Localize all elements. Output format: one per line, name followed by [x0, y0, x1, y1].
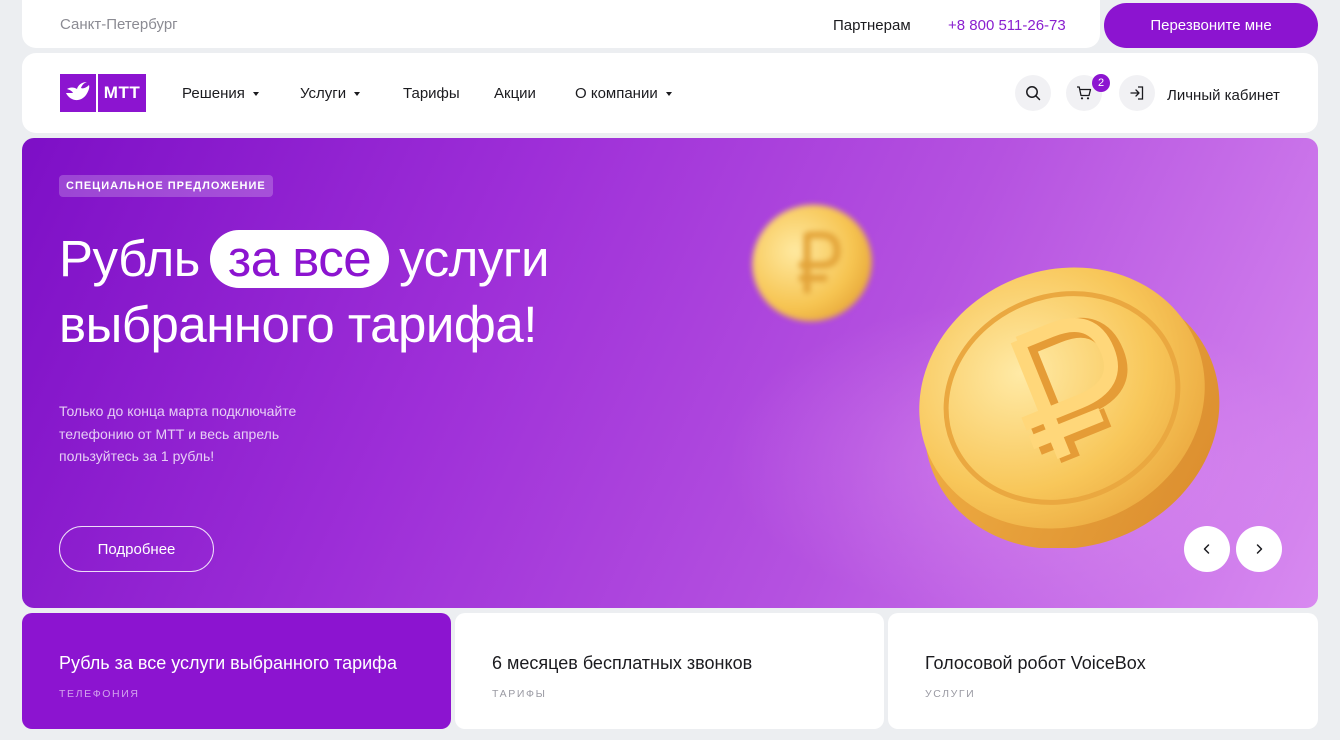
phone-link[interactable]: +8 800 511-26-73	[948, 17, 1066, 34]
promo-card-3[interactable]: Голосовой робот VoiceBox УСЛУГИ	[888, 613, 1318, 729]
cart-count-badge: 2	[1092, 74, 1110, 92]
cart-icon	[1077, 86, 1092, 100]
search-icon	[1026, 86, 1041, 101]
promo-card-title: 6 месяцев бесплатных звонков	[492, 653, 753, 673]
nav-label: Услуги	[300, 85, 347, 102]
chevron-left-icon	[1203, 544, 1210, 554]
nav-services[interactable]: Услуги	[300, 85, 361, 102]
nav-tariffs[interactable]: Тарифы	[403, 85, 460, 102]
nav-label: О компании	[575, 85, 658, 102]
nav-about[interactable]: О компании	[575, 85, 672, 102]
callback-button[interactable]: Перезвоните мне	[1104, 3, 1318, 48]
promo-card-category: ТЕЛЕФОНИЯ	[59, 688, 140, 700]
nav-label: Тарифы	[403, 85, 460, 102]
hero-title-part2: услуги	[399, 230, 549, 287]
search-button[interactable]	[1015, 75, 1051, 111]
promo-card-category: УСЛУГИ	[925, 688, 976, 700]
hero-banner: СПЕЦИАЛЬНОЕ ПРЕДЛОЖЕНИЕ Рубль за все усл…	[22, 138, 1318, 608]
more-button[interactable]: Подробнее	[59, 526, 214, 572]
caret-down-icon	[252, 91, 259, 96]
hero-title-part1: Рубль	[59, 230, 200, 287]
promo-card-title: Рубль за все услуги выбранного тарифа	[59, 653, 397, 673]
caret-down-icon	[665, 91, 672, 96]
hero-title-highlight: за все	[209, 230, 390, 288]
promo-card-2[interactable]: 6 месяцев бесплатных звонков ТАРИФЫ	[455, 613, 884, 729]
login-icon	[1130, 86, 1144, 100]
partners-link[interactable]: Партнерам	[833, 17, 911, 34]
city-selector[interactable]: Санкт-Петербург	[60, 16, 178, 33]
logo[interactable]: МТТ	[60, 74, 146, 112]
next-slide-button[interactable]	[1236, 526, 1282, 572]
promo-card-category: ТАРИФЫ	[492, 688, 547, 700]
nav-promotions[interactable]: Акции	[494, 85, 536, 102]
nav-label: Акции	[494, 85, 536, 102]
hero-description: Только до конца марта подключайте телефо…	[59, 403, 297, 464]
login-button[interactable]	[1119, 75, 1155, 111]
ruble-coin-small-image	[752, 204, 872, 322]
main-navbar: МТТ Решения Услуги Тарифы Акции О компан…	[22, 53, 1318, 133]
chevron-right-icon	[1256, 544, 1263, 554]
prev-slide-button[interactable]	[1184, 526, 1230, 572]
personal-account-link[interactable]: Личный кабинет	[1167, 87, 1280, 104]
hero-title-line2: выбранного тарифа!	[59, 296, 537, 353]
caret-down-icon	[354, 91, 361, 96]
promo-card-1[interactable]: Рубль за все услуги выбранного тарифа ТЕ…	[22, 613, 451, 729]
hero-title: Рубль за все услуги выбранного тарифа!	[59, 226, 659, 358]
special-offer-tag: СПЕЦИАЛЬНОЕ ПРЕДЛОЖЕНИЕ	[59, 175, 273, 197]
logo-bird-icon	[60, 74, 96, 112]
ruble-coin-large-image	[919, 267, 1220, 548]
nav-solutions[interactable]: Решения	[182, 85, 259, 102]
top-bar: Санкт-Петербург Партнерам +8 800 511-26-…	[22, 0, 1100, 48]
logo-text: МТТ	[98, 74, 146, 112]
nav-label: Решения	[182, 85, 245, 102]
promo-card-title: Голосовой робот VoiceBox	[925, 653, 1146, 673]
